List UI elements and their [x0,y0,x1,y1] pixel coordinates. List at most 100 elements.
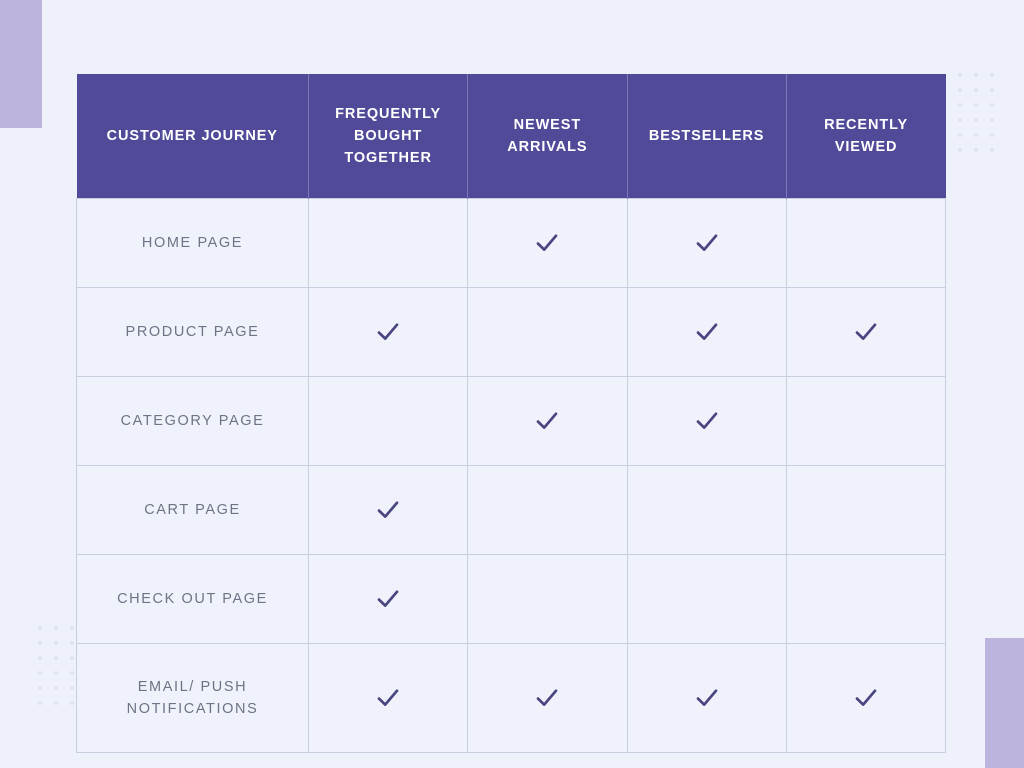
decor-dot [990,148,994,152]
decor-dot [54,641,58,645]
cell-home-page-newest-arrivals[interactable] [467,198,628,288]
row-label-product-page: PRODUCT PAGE [76,287,309,377]
row-label-category-page: CATEGORY PAGE [76,376,309,466]
decor-dot [958,103,962,107]
row-label-check-out-page: CHECK OUT PAGE [76,554,309,644]
cell-cart-page-frequently-bought-together[interactable] [307,465,469,555]
decor-dot [990,88,994,92]
cell-empty [793,203,939,283]
table-row: HOME PAGE [76,198,947,288]
cell-empty [634,559,780,639]
table-row: CATEGORY PAGE [76,376,947,466]
column-header-recently-viewed[interactable]: RECENTLY VIEWED [786,74,946,199]
cell-home-page-recently-viewed[interactable] [785,198,947,288]
decor-dot [54,626,58,630]
table-header: CUSTOMER JOURNEY FREQUENTLY BOUGHT TOGETH… [76,74,946,199]
decor-dot [38,701,42,705]
checkmark-icon [692,317,722,347]
cell-category-page-newest-arrivals[interactable] [467,376,628,466]
decor-dot [974,88,978,92]
column-header-bestsellers[interactable]: BESTSELLERS [627,74,787,199]
cell-cart-page-bestsellers[interactable] [626,465,787,555]
decor-dot [70,626,74,630]
decor-dot [70,671,74,675]
cell-cart-page-recently-viewed[interactable] [785,465,947,555]
comparison-matrix: CUSTOMER JOURNEY FREQUENTLY BOUGHT TOGETH… [76,74,947,753]
cell-check-out-page-frequently-bought-together[interactable] [307,554,469,644]
checkmark-icon [373,584,403,614]
customer-journey-table: CUSTOMER JOURNEY FREQUENTLY BOUGHT TOGETH… [76,74,947,753]
cell-empty [315,203,461,283]
row-label-cart-page: CART PAGE [76,465,309,555]
decor-dot [70,656,74,660]
cell-empty [315,381,461,461]
cell-empty [474,292,620,372]
cell-empty [474,559,620,639]
decor-dot [38,641,42,645]
decor-dot [38,656,42,660]
cell-email-push-notifications-bestsellers[interactable] [626,643,787,753]
cell-product-page-newest-arrivals[interactable] [467,287,628,377]
table-row: PRODUCT PAGE [76,287,947,377]
checkmark-icon [373,317,403,347]
checkmark-icon [532,406,562,436]
column-header-newest-arrivals[interactable]: NEWEST ARRIVALS [467,74,628,199]
checkmark-icon [692,406,722,436]
column-header-frequently-bought-together[interactable]: FREQUENTLY BOUGHT TOGETHER [308,74,469,199]
decor-rectangle-bottom-right [985,638,1024,768]
cell-category-page-bestsellers[interactable] [626,376,787,466]
cell-product-page-frequently-bought-together[interactable] [307,287,469,377]
cell-empty [793,470,939,550]
decor-dot [958,88,962,92]
cell-home-page-bestsellers[interactable] [626,198,787,288]
decor-dot-grid-top-right [958,73,1006,163]
decor-dot [38,626,42,630]
decor-rectangle-top-left [0,0,42,128]
decor-dot [70,701,74,705]
decor-dot [70,641,74,645]
cell-email-push-notifications-newest-arrivals[interactable] [467,643,628,753]
table-row: CHECK OUT PAGE [76,554,947,644]
decor-dot [958,133,962,137]
cell-category-page-recently-viewed[interactable] [785,376,947,466]
decor-dot [990,73,994,77]
cell-home-page-frequently-bought-together[interactable] [307,198,469,288]
table-row: CART PAGE [76,465,947,555]
checkmark-icon [692,683,722,713]
column-header-customer-journey[interactable]: CUSTOMER JOURNEY [76,74,309,199]
row-label-home-page: HOME PAGE [76,198,309,288]
cell-email-push-notifications-frequently-bought-together[interactable] [307,643,469,753]
cell-check-out-page-newest-arrivals[interactable] [467,554,628,644]
cell-check-out-page-bestsellers[interactable] [626,554,787,644]
decor-dot [958,118,962,122]
cell-cart-page-newest-arrivals[interactable] [467,465,628,555]
row-label-email-push-notifications: EMAIL/ PUSH NOTIFICATIONS [76,643,309,753]
decor-dot [70,686,74,690]
cell-check-out-page-recently-viewed[interactable] [785,554,947,644]
decor-dot [974,133,978,137]
decor-dot [990,103,994,107]
cell-empty [634,470,780,550]
decor-dot [38,686,42,690]
cell-email-push-notifications-recently-viewed[interactable] [785,643,947,753]
cell-product-page-recently-viewed[interactable] [785,287,947,377]
decor-dot [54,686,58,690]
cell-empty [793,559,939,639]
decor-dot [974,148,978,152]
checkmark-icon [532,228,562,258]
cell-product-page-bestsellers[interactable] [626,287,787,377]
checkmark-icon [373,495,403,525]
checkmark-icon [373,683,403,713]
table-header-row: CUSTOMER JOURNEY FREQUENTLY BOUGHT TOGETH… [76,74,946,199]
decor-dot [974,118,978,122]
checkmark-icon [692,228,722,258]
decor-dot [958,148,962,152]
table-row: EMAIL/ PUSH NOTIFICATIONS [76,643,947,753]
decor-dot [54,701,58,705]
decor-dot [54,656,58,660]
decor-dot [974,103,978,107]
checkmark-icon [851,317,881,347]
decor-dot [990,133,994,137]
cell-category-page-frequently-bought-together[interactable] [307,376,469,466]
decor-dot [990,118,994,122]
